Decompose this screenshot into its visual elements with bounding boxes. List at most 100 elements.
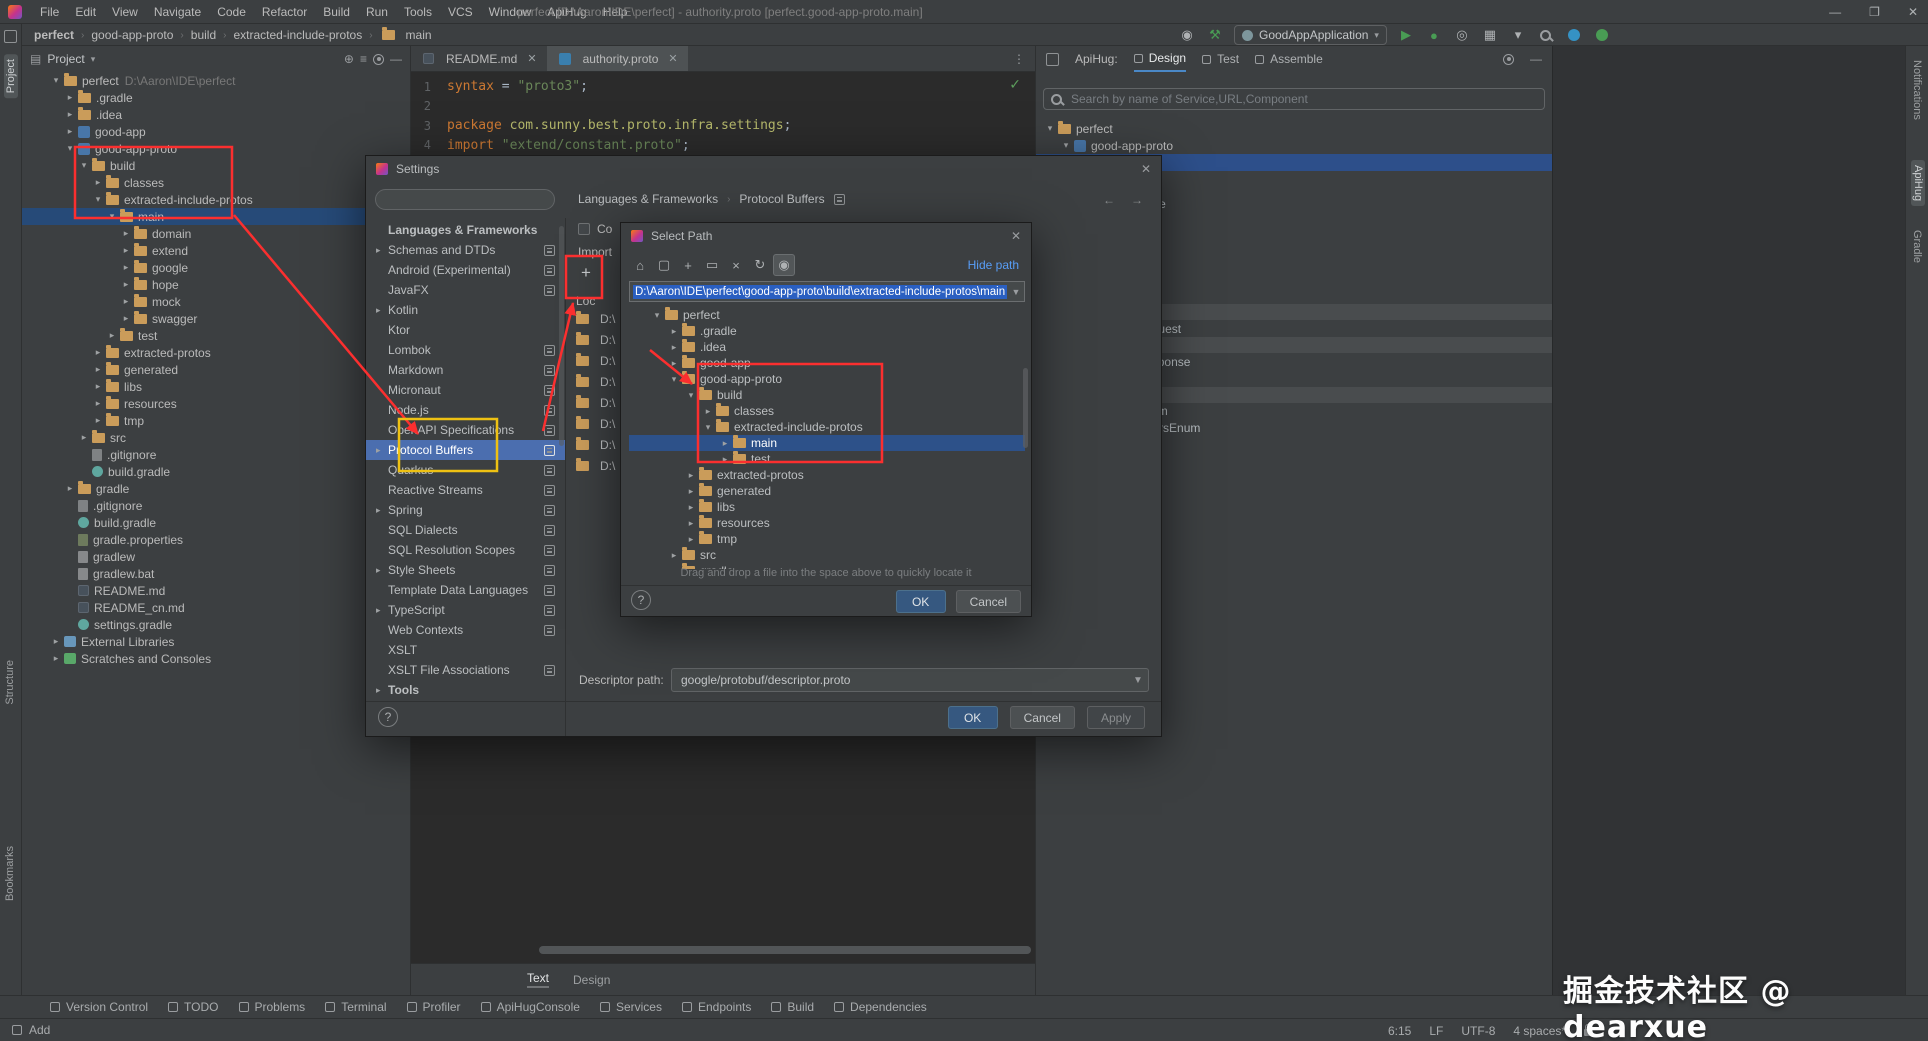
- settings-item-javafx[interactable]: JavaFX: [366, 280, 565, 300]
- import-path-row[interactable]: D:\: [574, 308, 615, 329]
- settings-checkbox-row[interactable]: Co: [578, 222, 612, 236]
- refresh-icon[interactable]: ↻: [749, 254, 771, 276]
- import-path-row[interactable]: D:\: [574, 455, 615, 476]
- tool-stripe-gradle[interactable]: Gradle: [1911, 230, 1923, 263]
- gradle-reload-icon[interactable]: [1593, 26, 1611, 44]
- project-tree-item-good-app-proto[interactable]: ▾good-app-proto: [22, 140, 410, 157]
- settings-item-tools[interactable]: ▸Tools: [366, 680, 565, 700]
- project-tree-item-src[interactable]: ▸src: [22, 429, 410, 446]
- desktop-icon[interactable]: ▢: [653, 254, 675, 276]
- add-path-button[interactable]: +: [573, 260, 599, 286]
- settings-item-protocol-buffers[interactable]: ▸Protocol Buffers: [366, 440, 565, 460]
- menu-vcs[interactable]: VCS: [440, 3, 481, 21]
- settings-item-web-contexts[interactable]: Web Contexts: [366, 620, 565, 640]
- checkbox-icon[interactable]: [578, 223, 590, 235]
- menu-code[interactable]: Code: [209, 3, 254, 21]
- hide-path-link[interactable]: Hide path: [968, 258, 1019, 272]
- close-icon[interactable]: ✕: [1141, 162, 1151, 176]
- project-tree-item-gitignore[interactable]: .gitignore: [22, 446, 410, 463]
- tool-stripe-structure[interactable]: Structure: [4, 660, 16, 705]
- settings-cancel-button[interactable]: Cancel: [1010, 706, 1075, 729]
- settings-search-input[interactable]: [376, 190, 554, 209]
- project-tree-item-scratches-and-consoles[interactable]: ▸Scratches and Consoles: [22, 650, 410, 667]
- menu-navigate[interactable]: Navigate: [146, 3, 209, 21]
- collapse-all-icon[interactable]: ≡: [360, 52, 367, 66]
- close-button[interactable]: ✕: [1908, 5, 1918, 19]
- apihug-tree-root[interactable]: ▾ perfect: [1036, 120, 1552, 137]
- settings-item-typescript[interactable]: ▸TypeScript: [366, 600, 565, 620]
- import-path-row[interactable]: D:\: [574, 392, 615, 413]
- menu-edit[interactable]: Edit: [67, 3, 104, 21]
- tool-stripe-apihug[interactable]: ApiHug: [1911, 160, 1925, 206]
- descriptor-path-select[interactable]: google/protobuf/descriptor.proto ▼: [671, 668, 1149, 692]
- select-tree-scrollbar[interactable]: [1023, 368, 1028, 448]
- project-tree-item-gradle-properties[interactable]: gradle.properties: [22, 531, 410, 548]
- debug-button[interactable]: ●: [1425, 26, 1443, 44]
- project-tree-item-gradle[interactable]: ▸gradle: [22, 480, 410, 497]
- show-hidden-icon[interactable]: ◉: [773, 254, 795, 276]
- project-tree-item-build[interactable]: ▾build: [22, 157, 410, 174]
- breadcrumb-build[interactable]: build: [191, 28, 216, 42]
- tab-text[interactable]: Text: [527, 971, 549, 988]
- minimize-button[interactable]: —: [1829, 5, 1841, 19]
- hide-panel-icon[interactable]: —: [1530, 52, 1542, 66]
- select-tree-item-main[interactable]: ▸main: [629, 435, 1025, 451]
- settings-item-lombok[interactable]: Lombok: [366, 340, 565, 360]
- run-configuration-select[interactable]: GoodAppApplication ▾: [1234, 25, 1387, 45]
- select-tree-item-resources[interactable]: ▸resources: [629, 515, 1025, 531]
- project-stripe-icon[interactable]: [4, 30, 17, 43]
- select-tree-item-libs[interactable]: ▸libs: [629, 499, 1025, 515]
- toolwindow-apihugconsole[interactable]: ApiHugConsole: [471, 996, 590, 1018]
- settings-item-ktor[interactable]: Ktor: [366, 320, 565, 340]
- project-tree-item-resources[interactable]: ▸resources: [22, 395, 410, 412]
- status-lf[interactable]: LF: [1429, 1024, 1443, 1038]
- toolwindow-services[interactable]: Services: [590, 996, 672, 1018]
- project-tree-item-generated[interactable]: ▸generated: [22, 361, 410, 378]
- select-tree-item-src[interactable]: ▸src: [629, 547, 1025, 563]
- settings-item-languages-frameworks[interactable]: Languages & Frameworks: [366, 220, 565, 240]
- select-tree-item-extracted-include-protos[interactable]: ▾extracted-include-protos: [629, 419, 1025, 435]
- settings-item-template-data-languages[interactable]: Template Data Languages: [366, 580, 565, 600]
- profiler-icon[interactable]: ▦: [1481, 26, 1499, 44]
- sync-status-icon[interactable]: [1565, 26, 1583, 44]
- settings-item-schemas-and-dtds[interactable]: ▸Schemas and DTDs: [366, 240, 565, 260]
- project-tree-item-mock[interactable]: ▸mock: [22, 293, 410, 310]
- select-tree-item-generated[interactable]: ▸generated: [629, 483, 1025, 499]
- project-tree-item-swagger[interactable]: ▸swagger: [22, 310, 410, 327]
- project-tree-item-hope[interactable]: ▸hope: [22, 276, 410, 293]
- settings-item-android-experimental[interactable]: Android (Experimental): [366, 260, 565, 280]
- toolwindow-build[interactable]: Build: [761, 996, 824, 1018]
- select-path-cancel-button[interactable]: Cancel: [956, 590, 1021, 613]
- menu-tools[interactable]: Tools: [396, 3, 440, 21]
- select-tree-item-idea[interactable]: ▸.idea: [629, 339, 1025, 355]
- settings-item-sql-resolution-scopes[interactable]: SQL Resolution Scopes: [366, 540, 565, 560]
- tab-test[interactable]: Test: [1202, 46, 1239, 72]
- toolwindow-version-control[interactable]: Version Control: [40, 996, 158, 1018]
- hide-panel-icon[interactable]: —: [390, 52, 402, 66]
- project-tree-item-build-gradle[interactable]: build.gradle: [22, 463, 410, 480]
- tab-assemble[interactable]: Assemble: [1255, 46, 1323, 72]
- new-folder-icon[interactable]: +: [677, 254, 699, 276]
- project-tree-item-extracted-include-protos[interactable]: ▾extracted-include-protos: [22, 191, 410, 208]
- panel-settings-gear-icon[interactable]: [1503, 54, 1514, 65]
- project-tree-item-domain[interactable]: ▸domain: [22, 225, 410, 242]
- select-path-ok-button[interactable]: OK: [896, 590, 946, 613]
- settings-ok-button[interactable]: OK: [948, 706, 998, 729]
- close-icon[interactable]: ✕: [668, 52, 677, 65]
- tool-stripe-project[interactable]: Project: [4, 54, 18, 98]
- toolwindow-endpoints[interactable]: Endpoints: [672, 996, 761, 1018]
- coverage-icon[interactable]: ◎: [1453, 26, 1471, 44]
- project-tree-item-gradlew[interactable]: gradlew: [22, 548, 410, 565]
- maximize-button[interactable]: ❐: [1869, 5, 1880, 19]
- select-tree-item-extracted-protos[interactable]: ▸extracted-protos: [629, 467, 1025, 483]
- tool-stripe-bookmarks[interactable]: Bookmarks: [4, 846, 16, 901]
- import-path-row[interactable]: D:\: [574, 413, 615, 434]
- tab-options-icon[interactable]: ⋮: [1013, 52, 1035, 66]
- search-everywhere-icon[interactable]: [1537, 26, 1555, 44]
- select-tree-item-perfect[interactable]: ▾perfect: [629, 307, 1025, 323]
- delete-icon[interactable]: ×: [725, 254, 747, 276]
- horizontal-scrollbar[interactable]: [539, 946, 1031, 954]
- apihug-search-input[interactable]: [1069, 91, 1537, 107]
- more-run-actions-icon[interactable]: ▾: [1509, 26, 1527, 44]
- settings-nav-arrows[interactable]: ←→: [1103, 193, 1143, 207]
